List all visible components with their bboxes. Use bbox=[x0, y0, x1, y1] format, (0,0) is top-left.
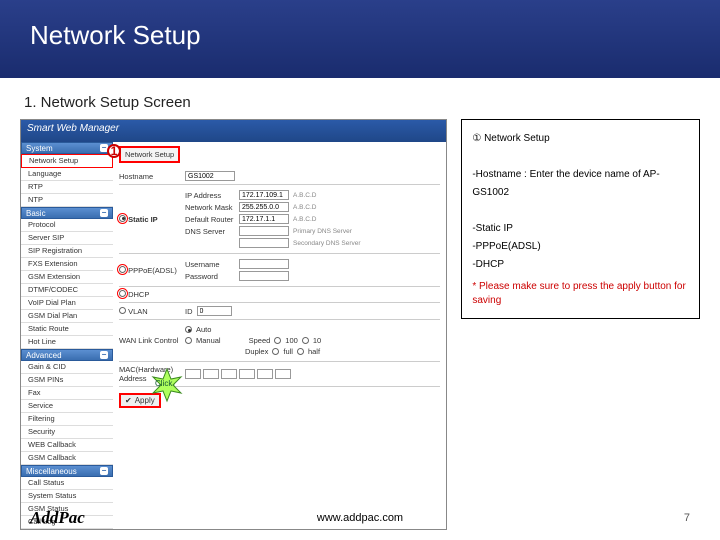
wan-manual-radio[interactable] bbox=[185, 337, 192, 344]
vlan-check[interactable] bbox=[119, 307, 126, 314]
info-title: ① Network Setup bbox=[472, 130, 689, 148]
sidebar-item[interactable]: GSM Callback bbox=[21, 452, 113, 465]
sidebar-item[interactable]: Language bbox=[21, 168, 113, 181]
sidebar-item[interactable]: Fax bbox=[21, 387, 113, 400]
duplex-half-radio[interactable] bbox=[297, 348, 304, 355]
annotation-marker-1: 1 bbox=[107, 144, 121, 158]
info-dhcp: -DHCP bbox=[472, 256, 689, 274]
sidebar-section-basic[interactable]: Basic− bbox=[21, 207, 113, 219]
sidebar-item[interactable]: SIP Registration bbox=[21, 245, 113, 258]
sidebar-item[interactable]: Filtering bbox=[21, 413, 113, 426]
username-input[interactable] bbox=[239, 259, 289, 269]
info-box: ① Network Setup -Hostname : Enter the de… bbox=[461, 119, 700, 319]
sidebar-item[interactable]: Security bbox=[21, 426, 113, 439]
sidebar-item-network-setup[interactable]: Network Setup bbox=[21, 154, 113, 168]
sidebar-item[interactable]: NTP bbox=[21, 194, 113, 207]
dhcp-radio[interactable] bbox=[119, 290, 126, 297]
info-pppoe: -PPPoE(ADSL) bbox=[472, 238, 689, 256]
info-warning: * Please make sure to press the apply bu… bbox=[472, 280, 689, 308]
collapse-icon[interactable]: − bbox=[100, 351, 108, 359]
sidebar-item[interactable]: WEB Callback bbox=[21, 439, 113, 452]
dns1-input[interactable] bbox=[239, 226, 289, 236]
collapse-icon[interactable]: − bbox=[100, 467, 108, 475]
mac-input[interactable] bbox=[257, 369, 273, 379]
main-panel: 1 Network Setup Hostname Static IP IP Ad… bbox=[113, 120, 446, 529]
mask-input[interactable] bbox=[239, 202, 289, 212]
sidebar-item[interactable]: GSM PINs bbox=[21, 374, 113, 387]
sidebar-section-system[interactable]: System− bbox=[21, 142, 113, 154]
slide-title-bar: Network Setup bbox=[0, 0, 720, 78]
dns2-input[interactable] bbox=[239, 238, 289, 248]
slide-title: Network Setup bbox=[30, 20, 201, 50]
content-row: Smart Web Manager System− Network Setup … bbox=[0, 119, 720, 530]
sidebar-item[interactable]: Static Route bbox=[21, 323, 113, 336]
sidebar-item[interactable]: System Status bbox=[21, 490, 113, 503]
mac-input-group bbox=[185, 369, 291, 379]
vlan-id-input[interactable] bbox=[197, 306, 232, 316]
footer: AddPac www.addpac.com 7 bbox=[0, 508, 720, 528]
pppoe-radio[interactable] bbox=[119, 266, 126, 273]
sidebar-item[interactable]: Call Status bbox=[21, 477, 113, 490]
sidebar-item[interactable]: GSM Extension bbox=[21, 271, 113, 284]
ip-input[interactable] bbox=[239, 190, 289, 200]
check-icon: ✔ bbox=[125, 396, 132, 405]
hostname-label: Hostname bbox=[119, 172, 181, 181]
sidebar-section-advanced[interactable]: Advanced− bbox=[21, 349, 113, 361]
speed-10-radio[interactable] bbox=[302, 337, 309, 344]
staticip-radio[interactable] bbox=[119, 215, 126, 222]
sidebar-item[interactable]: Server SIP bbox=[21, 232, 113, 245]
speed-100-radio[interactable] bbox=[274, 337, 281, 344]
sidebar: System− Network Setup Language RTP NTP B… bbox=[21, 120, 113, 529]
click-callout bbox=[149, 371, 185, 399]
collapse-icon[interactable]: − bbox=[100, 209, 108, 217]
password-input[interactable] bbox=[239, 271, 289, 281]
sidebar-section-misc[interactable]: Miscellaneous− bbox=[21, 465, 113, 477]
sidebar-item[interactable]: Protocol bbox=[21, 219, 113, 232]
sidebar-item[interactable]: Gain & CID bbox=[21, 361, 113, 374]
info-host: -Hostname : Enter the device name of AP-… bbox=[472, 166, 689, 202]
duplex-full-radio[interactable] bbox=[272, 348, 279, 355]
router-input[interactable] bbox=[239, 214, 289, 224]
sidebar-item[interactable]: RTP bbox=[21, 181, 113, 194]
footer-url: www.addpac.com bbox=[317, 512, 403, 524]
mac-input[interactable] bbox=[221, 369, 237, 379]
app-screenshot: Smart Web Manager System− Network Setup … bbox=[20, 119, 447, 530]
sidebar-item[interactable]: FXS Extension bbox=[21, 258, 113, 271]
section-heading: 1. Network Setup Screen bbox=[0, 78, 720, 119]
wan-auto-radio[interactable] bbox=[185, 326, 192, 333]
mac-input[interactable] bbox=[203, 369, 219, 379]
page-number: 7 bbox=[684, 512, 690, 524]
mac-input[interactable] bbox=[275, 369, 291, 379]
footer-logo: AddPac bbox=[30, 508, 85, 528]
page-title: Network Setup bbox=[119, 146, 180, 163]
sidebar-item[interactable]: Service bbox=[21, 400, 113, 413]
hostname-input[interactable] bbox=[185, 171, 235, 181]
mac-input[interactable] bbox=[239, 369, 255, 379]
sidebar-item[interactable]: GSM Dial Plan bbox=[21, 310, 113, 323]
sidebar-item[interactable]: Hot Line bbox=[21, 336, 113, 349]
info-static: -Static IP bbox=[472, 220, 689, 238]
sidebar-item[interactable]: VoIP Dial Plan bbox=[21, 297, 113, 310]
sidebar-item[interactable]: DTMF/CODEC bbox=[21, 284, 113, 297]
